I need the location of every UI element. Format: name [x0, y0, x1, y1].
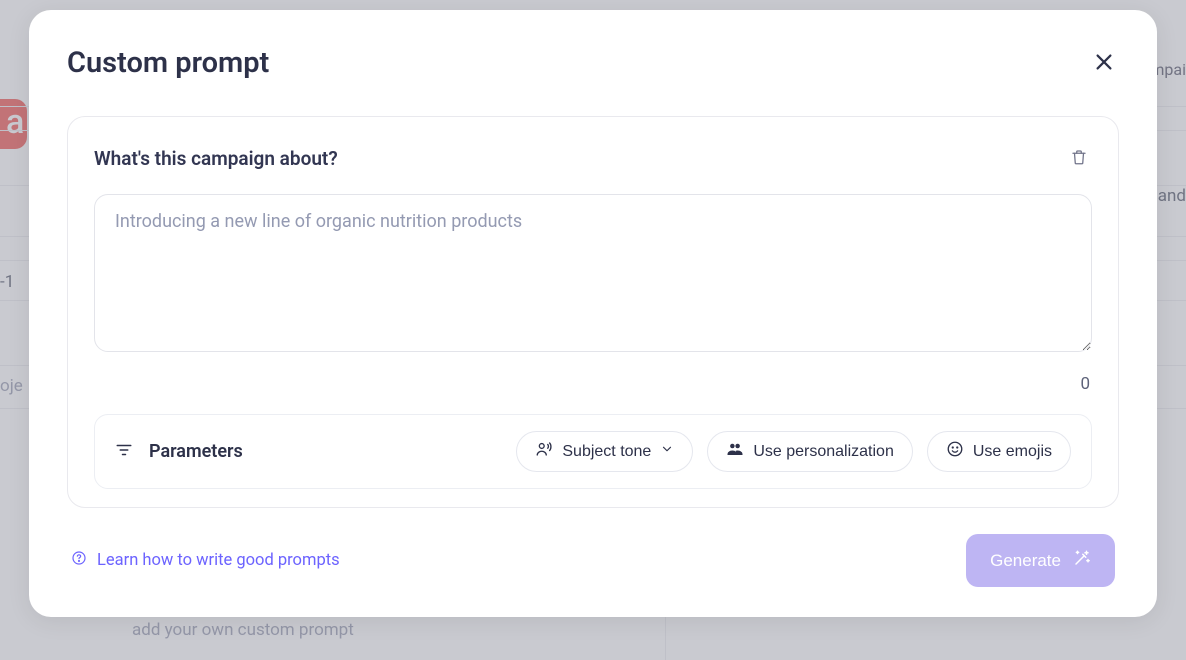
section-title: What's this campaign about? [94, 147, 338, 170]
use-emojis-button[interactable]: Use emojis [927, 431, 1071, 472]
subject-tone-button[interactable]: Subject tone [516, 431, 693, 472]
parameters-row: Parameters Subject tone [94, 414, 1092, 489]
campaign-prompt-input[interactable] [94, 194, 1092, 352]
pill-label: Use personalization [753, 443, 894, 461]
custom-prompt-modal: Custom prompt What's this campaign about… [29, 10, 1157, 617]
character-counter: 0 [94, 374, 1092, 394]
people-icon [726, 440, 744, 463]
help-icon [71, 550, 87, 571]
person-voice-icon [535, 440, 553, 463]
chevron-down-icon [660, 442, 674, 461]
pill-label: Use emojis [973, 443, 1052, 461]
generate-button[interactable]: Generate [966, 534, 1115, 587]
modal-overlay: Custom prompt What's this campaign about… [0, 0, 1186, 660]
link-label: Learn how to write good prompts [97, 551, 340, 570]
trash-icon [1070, 147, 1088, 170]
modal-footer: Learn how to write good prompts Generate [67, 534, 1119, 587]
parameters-label: Parameters [149, 441, 243, 462]
button-label: Generate [990, 551, 1061, 571]
delete-prompt-button[interactable] [1066, 143, 1092, 174]
parameters-icon [115, 441, 133, 463]
close-icon [1093, 51, 1115, 76]
pill-label: Subject tone [562, 443, 651, 461]
magic-wand-icon [1073, 549, 1091, 572]
modal-header: Custom prompt [67, 46, 1119, 80]
close-button[interactable] [1089, 47, 1119, 80]
learn-prompts-link[interactable]: Learn how to write good prompts [71, 550, 340, 571]
smile-icon [946, 440, 964, 463]
modal-title: Custom prompt [67, 46, 269, 80]
prompt-card: What's this campaign about? 0 [67, 116, 1119, 508]
use-personalization-button[interactable]: Use personalization [707, 431, 913, 472]
